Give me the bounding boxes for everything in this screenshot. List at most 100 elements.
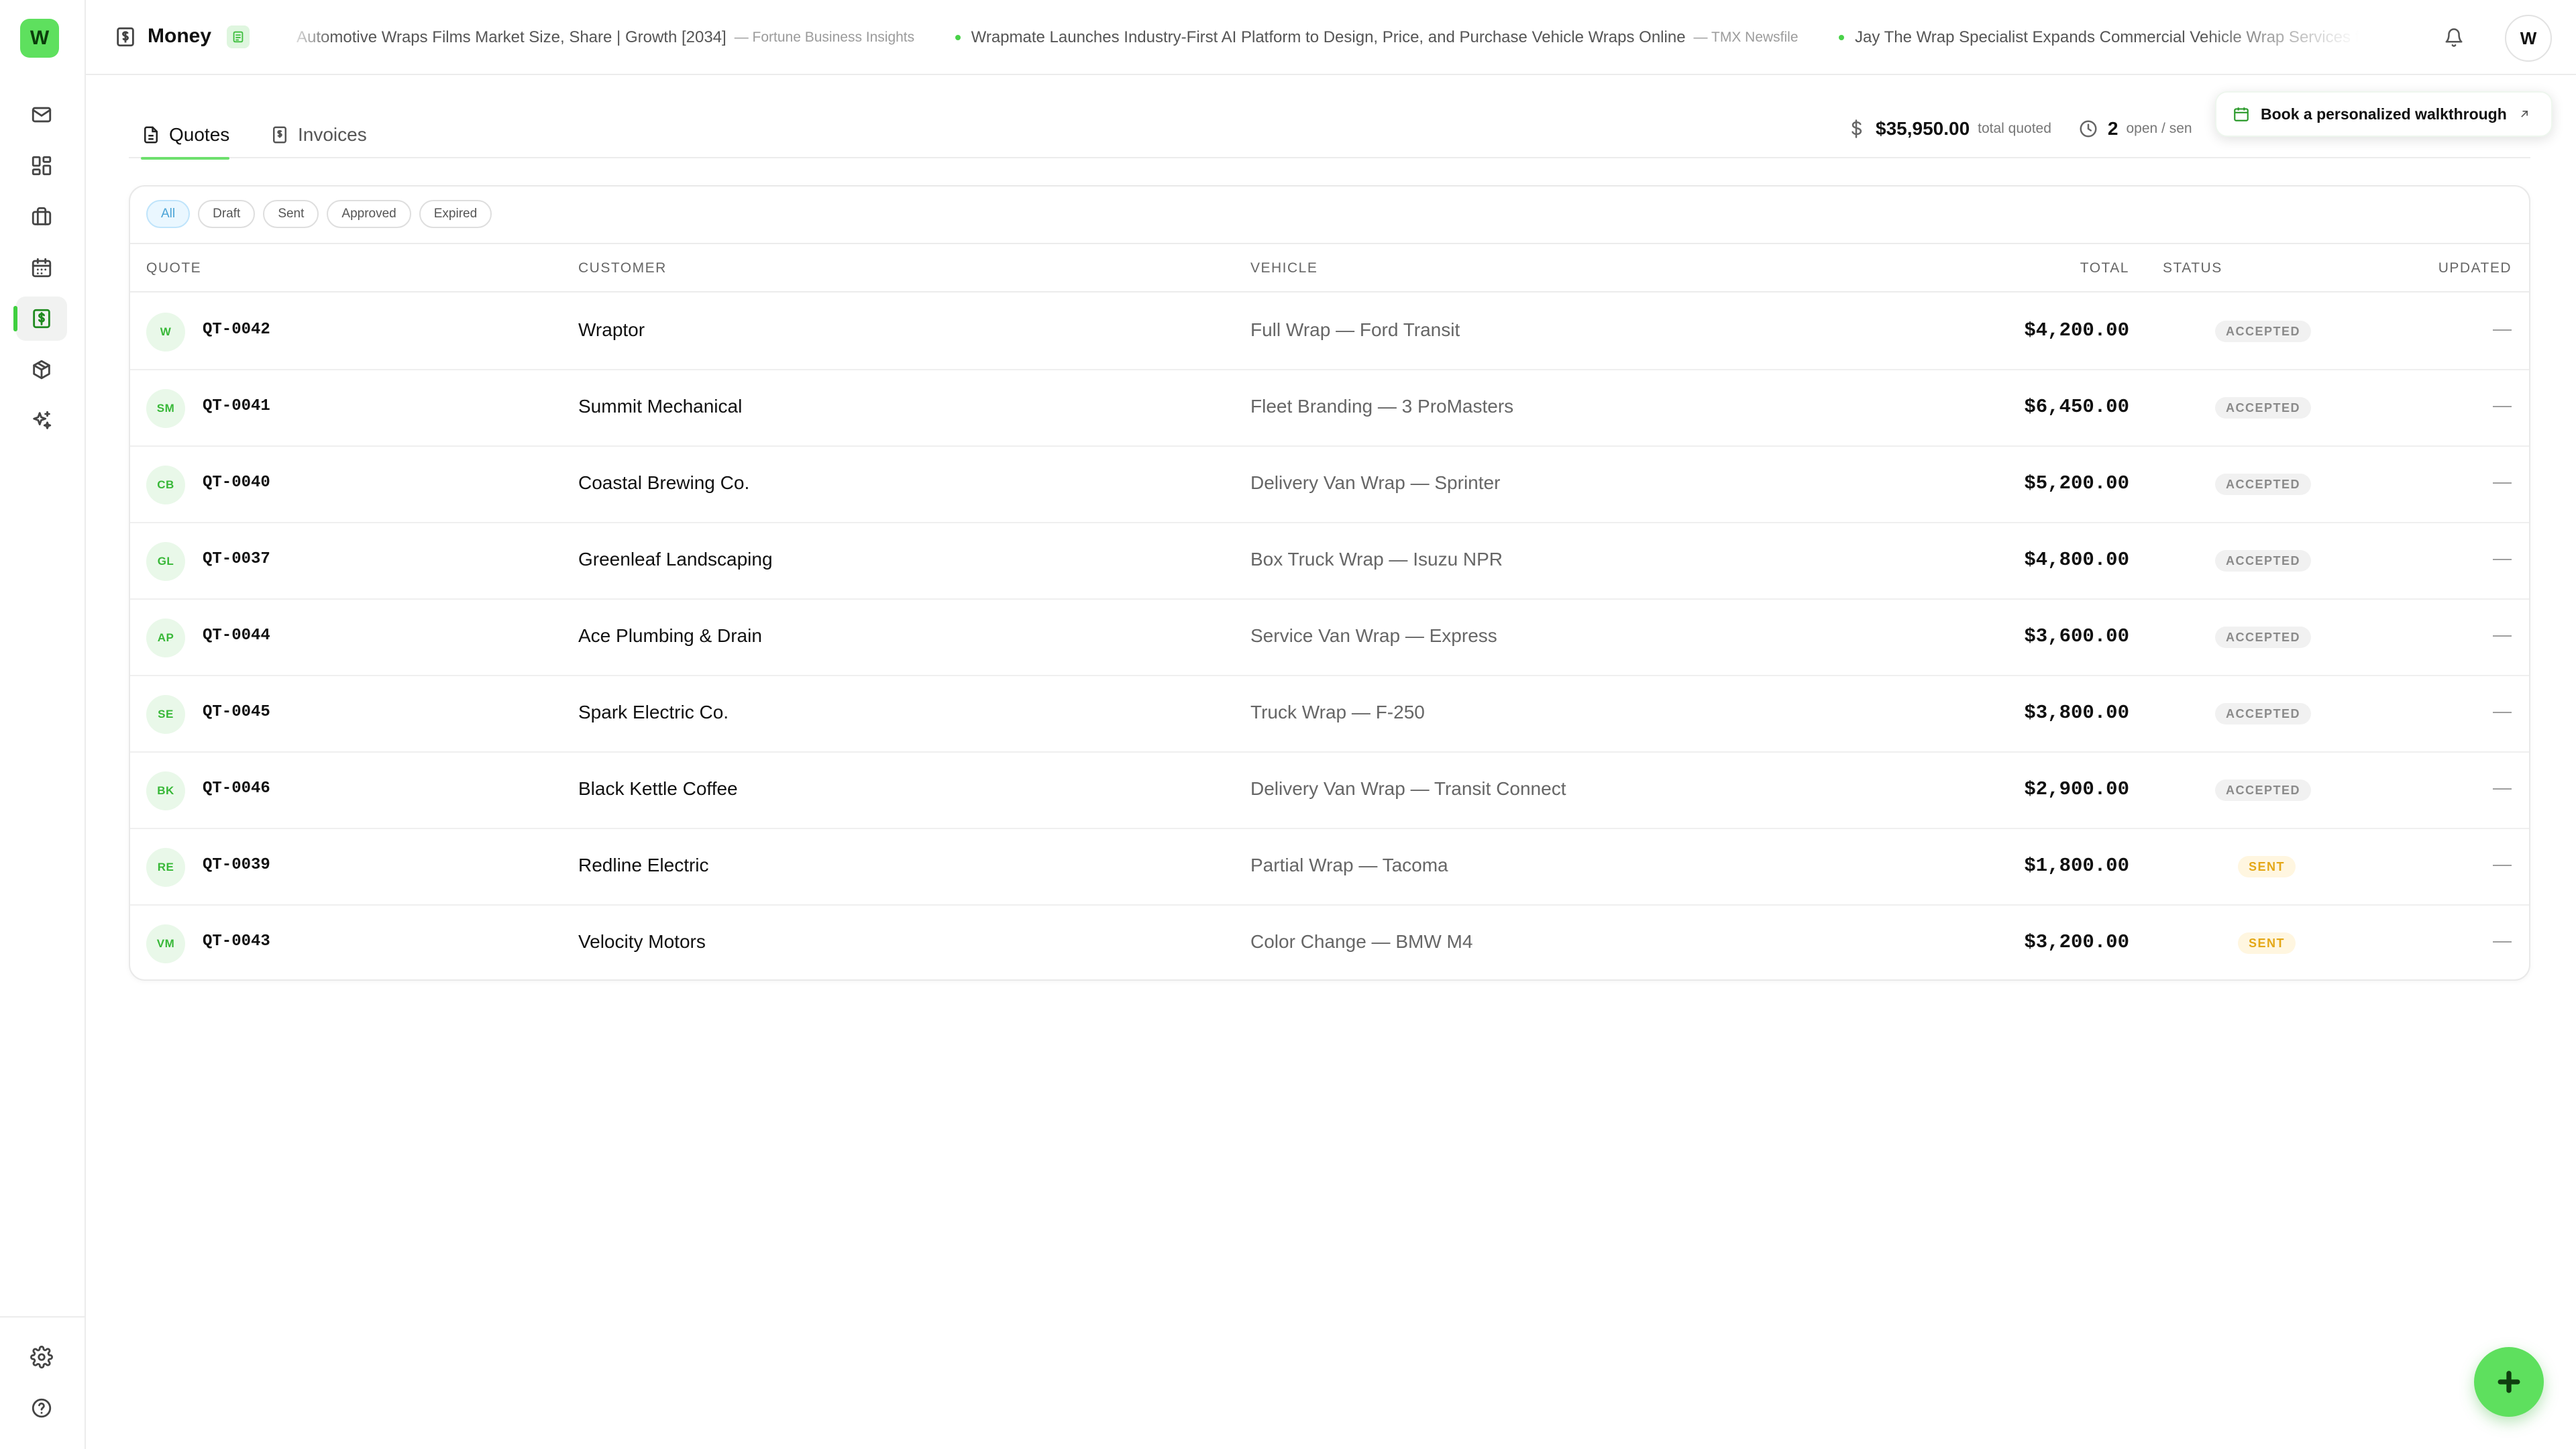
updated-at: —: [2493, 700, 2512, 721]
customer-avatar: SM: [146, 389, 185, 428]
sidebar-item-inventory[interactable]: [16, 347, 67, 392]
notifications-button[interactable]: [2440, 24, 2467, 51]
quote-id[interactable]: QT-0043: [203, 932, 270, 951]
tab-invoices[interactable]: Invoices: [270, 113, 367, 157]
table-row[interactable]: AP QT-0044 Ace Plumbing & Drain Service Van…: [130, 600, 2529, 676]
customer-avatar: BK: [146, 771, 185, 810]
quote-id[interactable]: QT-0045: [203, 703, 270, 721]
quote-id[interactable]: QT-0044: [203, 627, 270, 645]
quote-total: $2,900.00: [2024, 778, 2129, 800]
sidebar-item-help[interactable]: [16, 1386, 67, 1430]
quote-total: $3,800.00: [2024, 702, 2129, 724]
table-row[interactable]: CB QT-0040 Coastal Brewing Co. Delivery Van…: [130, 447, 2529, 523]
vehicle-description: Box Truck Wrap — Isuzu NPR: [1250, 549, 1503, 570]
table-row[interactable]: VM QT-0043 Velocity Motors Color Change — B…: [130, 906, 2529, 979]
new-quote-button[interactable]: [2474, 1347, 2544, 1417]
customer-name: Summit Mechanical: [578, 396, 743, 417]
column-updated[interactable]: Updated: [2438, 260, 2512, 276]
quote-total: $5,200.00: [2024, 472, 2129, 494]
document-icon: [144, 126, 158, 144]
column-total[interactable]: Total: [2080, 260, 2129, 276]
app-root: W Money Automotive Wraps Films Market Si…: [0, 0, 2576, 1449]
status-badge: Accepted: [2215, 397, 2312, 419]
status-badge: Accepted: [2215, 321, 2312, 342]
updated-at: —: [2493, 930, 2512, 951]
table-row[interactable]: SM QT-0041 Summit Mechanical Fleet Branding…: [130, 370, 2529, 447]
table-row[interactable]: RE QT-0039 Redline Electric Partial Wrap — …: [130, 829, 2529, 906]
table-row[interactable]: W QT-0042 Wraptor Full Wrap — Ford Transit $…: [130, 294, 2529, 370]
customer-name: Ace Plumbing & Drain: [578, 625, 762, 646]
vehicle-description: Partial Wrap — Tacoma: [1250, 855, 1448, 875]
quote-total: $4,800.00: [2024, 549, 2129, 571]
sidebar-item-calendar[interactable]: [16, 246, 67, 290]
table-row[interactable]: BK QT-0046 Black Kettle Coffee Delivery Van…: [130, 753, 2529, 829]
updated-at: —: [2493, 624, 2512, 645]
sidebar-item-ai[interactable]: [16, 398, 67, 443]
column-customer[interactable]: Customer: [578, 260, 667, 276]
status-badge: Accepted: [2215, 474, 2312, 495]
quote-id[interactable]: QT-0039: [203, 856, 270, 874]
customer-avatar: VM: [146, 924, 185, 963]
table-row[interactable]: SE QT-0045 Spark Electric Co. Truck Wrap — …: [130, 676, 2529, 753]
sidebar-item-settings[interactable]: [16, 1335, 67, 1379]
sidebar-item-dashboard[interactable]: [16, 144, 67, 188]
quote-id[interactable]: QT-0041: [203, 397, 270, 415]
tab-label: Quotes: [169, 124, 230, 145]
filter-approved[interactable]: Approved: [327, 200, 411, 228]
updated-at: —: [2493, 547, 2512, 568]
page-title: Money: [148, 25, 212, 47]
customer-name: Coastal Brewing Co.: [578, 472, 750, 493]
clock-icon: [2078, 119, 2098, 139]
news-title: Automotive Wraps Films Market Size, Shar…: [297, 28, 727, 46]
money-icon: [33, 309, 50, 329]
calendar-icon: [32, 258, 52, 278]
column-status[interactable]: Status: [2163, 260, 2222, 276]
quote-id[interactable]: QT-0046: [203, 780, 270, 798]
walkthrough-label: Book a personalized walkthrough: [2261, 105, 2507, 123]
customer-avatar: CB: [146, 466, 185, 504]
customer-name: Black Kettle Coffee: [578, 778, 738, 799]
table-row[interactable]: GL QT-0037 Greenleaf Landscaping Box Truck …: [130, 523, 2529, 600]
vehicle-description: Service Van Wrap — Express: [1250, 625, 1497, 646]
sidebar-item-jobs[interactable]: [16, 195, 67, 239]
sidebar-item-inbox[interactable]: [16, 93, 67, 137]
status-badge: Accepted: [2215, 550, 2312, 572]
quote-id[interactable]: QT-0042: [203, 321, 270, 339]
app-logo[interactable]: W: [20, 19, 59, 58]
customer-avatar: SE: [146, 695, 185, 734]
news-item[interactable]: Wrapmate Launches Industry-First AI Plat…: [955, 24, 1799, 51]
news-item[interactable]: Automotive Wraps Films Market Size, Shar…: [280, 24, 914, 51]
mail-icon: [32, 107, 52, 123]
user-avatar[interactable]: W: [2505, 15, 2552, 62]
total-quoted-label: total quoted: [1978, 121, 2051, 136]
filter-all[interactable]: All: [146, 200, 191, 228]
briefcase-icon: [32, 207, 52, 225]
filter-expired[interactable]: Expired: [419, 200, 492, 228]
book-walkthrough-button[interactable]: Book a personalized walkthrough: [2215, 91, 2553, 137]
ticker-fade-left: [280, 13, 334, 62]
vehicle-description: Truck Wrap — F-250: [1250, 702, 1425, 722]
open-count-value: 2: [2107, 118, 2118, 139]
customer-name: Velocity Motors: [578, 931, 706, 952]
quote-id[interactable]: QT-0037: [203, 550, 270, 568]
news-source: — Fortune Business Insights: [734, 30, 915, 45]
external-link-icon: [2521, 111, 2528, 117]
sidebar-item-money[interactable]: [13, 297, 67, 341]
status-badge: Accepted: [2215, 780, 2312, 801]
bell-icon: [2445, 28, 2463, 47]
column-vehicle[interactable]: Vehicle: [1250, 260, 1318, 276]
page-money-icon: [114, 25, 137, 48]
help-icon: [32, 1398, 52, 1418]
filter-draft[interactable]: Draft: [198, 200, 256, 228]
filter-sent[interactable]: Sent: [263, 200, 319, 228]
sparkles-icon: [33, 411, 52, 429]
vehicle-description: Delivery Van Wrap — Transit Connect: [1250, 778, 1566, 799]
quote-id[interactable]: QT-0040: [203, 474, 270, 492]
top-bar: Money Automotive Wraps Films Market Size…: [86, 0, 2576, 75]
customer-name: Spark Electric Co.: [578, 702, 729, 722]
notes-icon[interactable]: [227, 25, 250, 48]
tab-quotes[interactable]: Quotes: [141, 113, 230, 160]
customer-name: Wraptor: [578, 319, 645, 340]
column-quote[interactable]: Quote: [146, 260, 201, 276]
updated-at: —: [2493, 471, 2512, 492]
